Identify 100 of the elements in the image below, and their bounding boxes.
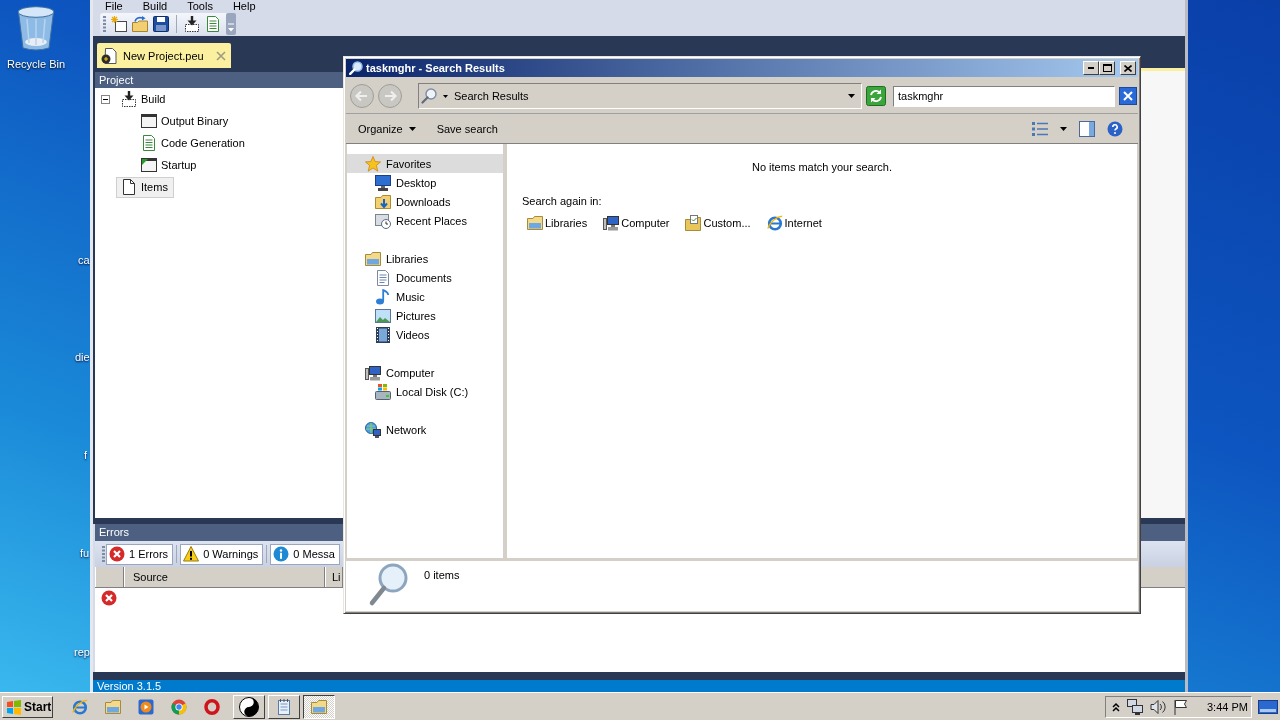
yin-yang-icon: [239, 696, 259, 717]
nav-pane-item[interactable]: Favorites: [347, 154, 503, 173]
tree-item[interactable]: Output Binary: [136, 110, 235, 132]
library-folder-icon: [527, 215, 543, 231]
filter-button[interactable]: 0 Messa: [270, 543, 340, 565]
download-folder-icon: [375, 193, 391, 210]
folder-icon: [311, 698, 327, 715]
globe-monitor-icon: [365, 421, 381, 438]
flag-icon[interactable]: [1173, 698, 1189, 715]
nav-pane-item[interactable]: Libraries: [347, 249, 503, 268]
oval-ring-icon[interactable]: [204, 698, 220, 715]
desktop-icon-label: fu: [80, 547, 90, 560]
windows-flag-icon: [6, 698, 22, 715]
open-folder-icon[interactable]: [132, 16, 148, 32]
menu-item[interactable]: File: [105, 0, 123, 12]
nav-pane-item[interactable]: Downloads: [347, 192, 503, 211]
grip-icon: [102, 546, 105, 562]
monitor-icon: [375, 174, 391, 191]
nav-pane-item[interactable]: Pictures: [347, 306, 503, 325]
item-count: 0 items: [424, 569, 460, 582]
nav-pane-item[interactable]: Videos: [347, 325, 503, 344]
minimize-button[interactable]: [1083, 61, 1099, 75]
desktop-icon-label: die: [75, 351, 90, 364]
menu-item[interactable]: Tools: [187, 0, 213, 12]
location-link[interactable]: Custom...: [680, 214, 754, 232]
menu-button[interactable]: Organize: [354, 117, 420, 140]
star-icon: [365, 155, 381, 172]
build-box-icon[interactable]: [184, 16, 200, 32]
command-button[interactable]: Save search: [432, 117, 502, 140]
tree-item[interactable]: Items: [116, 176, 174, 198]
view-options-icon[interactable]: [1032, 120, 1048, 137]
column-header[interactable]: [95, 567, 124, 587]
location-link[interactable]: Internet: [761, 214, 825, 232]
chevron-up-icon[interactable]: [1112, 701, 1120, 712]
refresh-icon[interactable]: [866, 86, 886, 106]
collapse-icon[interactable]: [101, 94, 110, 104]
library-folder-icon: [365, 250, 381, 267]
start-button[interactable]: Start: [2, 695, 53, 718]
location-link[interactable]: Libraries: [522, 214, 591, 232]
computer-icon: [365, 364, 381, 381]
document-tab[interactable]: New Project.peu: [97, 43, 231, 68]
nav-pane-item[interactable]: Computer: [347, 363, 503, 382]
close-button[interactable]: [1120, 61, 1136, 75]
menu-item[interactable]: Help: [232, 0, 256, 12]
code-file-icon: [141, 135, 157, 151]
close-icon: [1124, 64, 1132, 72]
nav-pane-item[interactable]: Documents: [347, 268, 503, 287]
preview-pane-icon[interactable]: [1079, 120, 1095, 137]
menu-item[interactable]: Build: [142, 0, 168, 12]
error-icon: [109, 546, 125, 562]
desktop-icon-label: rep: [74, 646, 90, 659]
window-title: taskmghr - Search Results: [366, 62, 505, 74]
nav-pane-item[interactable]: Music: [347, 287, 503, 306]
warning-icon: [183, 546, 200, 562]
media-player-icon[interactable]: [138, 698, 154, 715]
caret-icon[interactable]: [848, 94, 855, 98]
hard-drive-icon: [375, 383, 391, 400]
show-desktop-icon[interactable]: [1258, 699, 1278, 714]
window-icon: [141, 113, 157, 129]
address-bar[interactable]: Search Results: [418, 83, 862, 109]
maximize-icon: [1102, 64, 1112, 72]
clock: 3:44 PM: [1207, 700, 1248, 713]
caret-icon[interactable]: [443, 94, 448, 98]
film-strip-icon: [375, 326, 391, 343]
status-bar: Version 3.1.5: [93, 680, 1185, 692]
help-icon[interactable]: [1107, 120, 1123, 137]
nav-pane-item[interactable]: Network: [347, 420, 503, 439]
new-file-icon[interactable]: [111, 16, 127, 32]
nav-pane-item[interactable]: Desktop: [347, 173, 503, 192]
maximize-button[interactable]: [1099, 61, 1115, 75]
clear-search-icon[interactable]: [1119, 87, 1137, 105]
notepad-icon: [276, 698, 292, 715]
music-note-icon: [375, 288, 391, 305]
nav-pane-item[interactable]: Local Disk (C:): [347, 382, 503, 401]
desktop-shortcut[interactable]: Recycle Bin: [4, 6, 68, 70]
build-box-icon: [121, 91, 137, 107]
network-icon[interactable]: [1127, 698, 1143, 715]
nav-pane-item[interactable]: Recent Places: [347, 211, 503, 230]
magnifier-icon: [368, 563, 408, 607]
tree-item[interactable]: Code Generation: [136, 132, 251, 154]
empty-message: No items match your search.: [751, 161, 893, 174]
grip-icon: [103, 16, 106, 32]
caret-icon[interactable]: [1060, 126, 1067, 131]
filter-button[interactable]: 1 Errors: [106, 543, 174, 565]
page-icon: [121, 179, 137, 195]
speaker-icon[interactable]: [1150, 698, 1166, 715]
browser-icon[interactable]: [72, 698, 88, 715]
tree-item[interactable]: Build: [116, 88, 172, 110]
taskbar-button[interactable]: [303, 694, 335, 719]
picture-icon: [375, 307, 391, 324]
ring-logo-icon[interactable]: [171, 698, 187, 715]
desktop-icon-label: f: [84, 449, 88, 462]
filter-button[interactable]: 0 Warnings: [180, 543, 264, 565]
column-header[interactable]: Source: [124, 567, 325, 587]
desktop-icon-label: ca: [78, 254, 90, 267]
tree-item[interactable]: Startup: [136, 154, 203, 176]
code-file-icon[interactable]: [205, 16, 221, 32]
location-link[interactable]: Computer: [598, 214, 673, 232]
clock-folder-icon: [375, 212, 391, 229]
search-field[interactable]: taskmghr: [893, 85, 1115, 107]
